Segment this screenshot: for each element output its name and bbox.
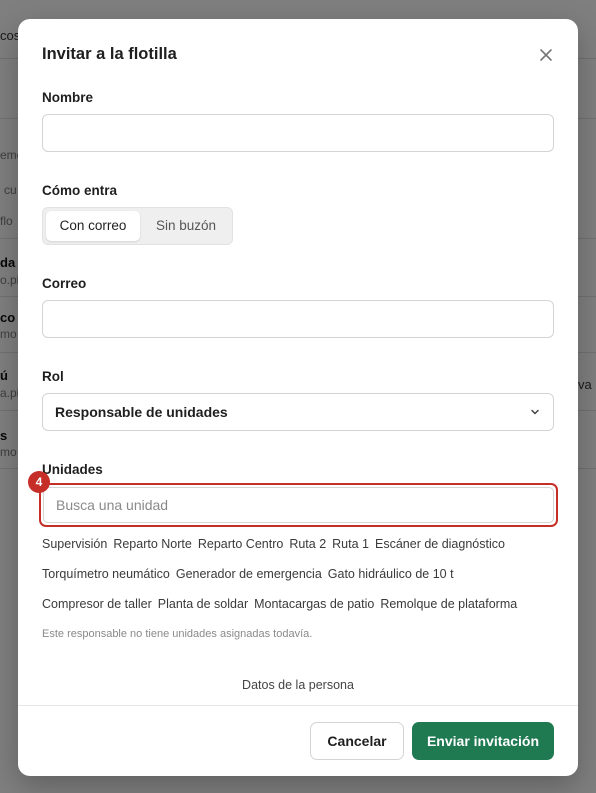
name-input[interactable] <box>42 114 554 152</box>
units-empty-note: Este responsable no tiene unidades asign… <box>42 628 313 640</box>
chevron-down-icon <box>529 405 541 419</box>
name-label: Nombre <box>42 90 94 105</box>
unit-chip[interactable]: Planta de soldar <box>158 597 248 611</box>
role-select-value: Responsable de unidades <box>55 404 228 420</box>
unit-chip[interactable]: Compresor de taller <box>42 597 152 611</box>
entry-method-toggle: Con correo Sin buzón <box>42 207 233 245</box>
unit-chip[interactable]: Escáner de diagnóstico <box>375 537 505 551</box>
units-search-highlight <box>39 483 558 527</box>
entry-option-email[interactable]: Con correo <box>46 211 140 241</box>
unit-chip-row: Supervisión Reparto Norte Reparto Centro… <box>42 537 505 551</box>
unit-chip[interactable]: Remolque de plataforma <box>380 597 517 611</box>
dialog-title: Invitar a la flotilla <box>42 45 177 63</box>
close-icon[interactable] <box>536 45 556 65</box>
entry-method-label: Cómo entra <box>42 183 118 198</box>
unit-chip[interactable]: Supervisión <box>42 537 107 551</box>
units-search-input[interactable] <box>43 487 554 523</box>
unit-chip[interactable]: Reparto Centro <box>198 537 283 551</box>
role-select[interactable]: Responsable de unidades <box>42 393 554 431</box>
unit-chip[interactable]: Generador de emergencia <box>176 567 322 581</box>
unit-chip[interactable]: Montacargas de patio <box>254 597 374 611</box>
unit-chip[interactable]: Ruta 1 <box>332 537 369 551</box>
send-invitation-button[interactable]: Enviar invitación <box>412 722 554 760</box>
unit-chip-row: Torquímetro neumático Generador de emerg… <box>42 567 454 581</box>
cancel-button[interactable]: Cancelar <box>310 722 404 760</box>
email-label: Correo <box>42 276 87 291</box>
unit-chip[interactable]: Ruta 2 <box>289 537 326 551</box>
invite-dialog: Invitar a la flotilla Nombre Cómo entra … <box>18 19 578 776</box>
footer-divider <box>18 705 578 706</box>
units-label: Unidades <box>42 462 103 477</box>
email-input[interactable] <box>42 300 554 338</box>
step-badge: 4 <box>28 471 50 493</box>
entry-option-no-mailbox[interactable]: Sin buzón <box>143 211 229 241</box>
person-details-section[interactable]: Datos de la persona <box>18 678 578 692</box>
unit-chip-row: Compresor de taller Planta de soldar Mon… <box>42 597 517 611</box>
unit-chip[interactable]: Reparto Norte <box>113 537 192 551</box>
unit-chip[interactable]: Gato hidráulico de 10 t <box>328 567 454 581</box>
unit-chip[interactable]: Torquímetro neumático <box>42 567 170 581</box>
role-label: Rol <box>42 369 64 384</box>
